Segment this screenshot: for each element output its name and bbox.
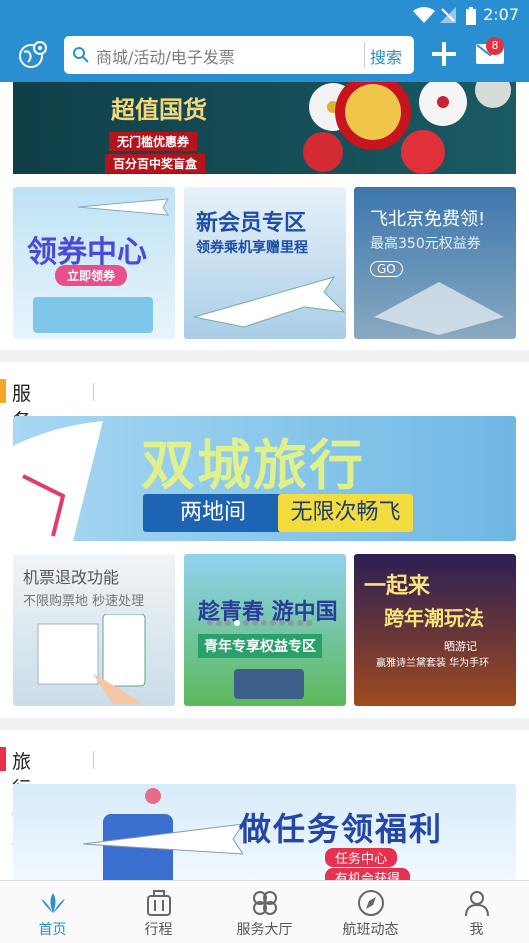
service-card-1-subtitle: 不限购票地 秒速处理 [23, 594, 145, 609]
service-card-refund[interactable]: 机票退改功能 不限购票地 秒速处理 [13, 554, 175, 706]
tab-me[interactable]: 我 [424, 881, 529, 943]
compass-icon [358, 890, 384, 916]
tab-flight-status-label: 航班动态 [342, 922, 399, 938]
bottom-nav: 首页 行程 服务大厅 航班动态 我 [0, 880, 529, 943]
service-card-youth[interactable]: 趁青春 游中国 青年专享权益专区 [184, 554, 346, 706]
promo-card-beijing[interactable]: 飞北京免费领! 最高350元权益券 GO [354, 187, 516, 339]
promo-card-coupon-center[interactable]: 领券中心 立即领券 [13, 187, 175, 339]
add-icon[interactable] [430, 40, 458, 68]
service-card-3-note1: 晒游记 [444, 640, 477, 653]
top-banner-title: 超值国货 [111, 96, 207, 124]
service-card-3-title: 一起来 [364, 574, 431, 599]
person-icon [465, 891, 489, 917]
tab-home-label: 首页 [38, 922, 67, 938]
top-banner-tag1: 无门槛优惠券 [109, 132, 198, 151]
top-bar: 商城/活动/电子发票 搜索 8 [0, 30, 529, 82]
phone-plane-illustration [83, 788, 243, 880]
tab-trips[interactable]: 行程 [106, 881, 211, 943]
airport-illustration [374, 282, 504, 335]
status-bar: 2:07 [0, 0, 529, 30]
tab-service-hall-label: 服务大厅 [236, 922, 293, 938]
top-banner-tag2: 百分百中奖盲盒 [105, 154, 206, 173]
service-card-3-subtitle: 跨年潮玩法 [384, 606, 484, 630]
service-banner-left: 两地间 [143, 494, 283, 532]
people-illustration [33, 297, 153, 333]
service-card-2-subtitle: 青年专享权益专区 [198, 634, 322, 658]
travel-banner-tasks[interactable]: 做任务领福利 任务中心 有机会获得 [13, 784, 516, 880]
promo-card-2-subtitle: 领券乘机享赠里程 [196, 240, 308, 256]
service-section: 服务专区 双城旅行 两地间 无限次畅飞 机票退改功能 不限购票地 秒速处理 趁青… [0, 362, 529, 718]
service-card-3-note2: 赢雅诗兰黛套装 华为手环 [376, 658, 490, 669]
home-logo-icon [41, 893, 65, 913]
plane-illustration [193, 276, 346, 328]
promo-card-2-title: 新会员专区 [196, 211, 307, 236]
service-banner-right: 无限次畅飞 [278, 494, 413, 532]
service-card-1-title: 机票退改功能 [23, 568, 120, 587]
promo-section: 超值国货 无门槛优惠券 百分百中奖盲盒 领券中心 立即领券 新会员专区 领券乘机… [0, 82, 529, 350]
clock: 2:07 [483, 5, 519, 24]
signal-icon [440, 7, 456, 23]
tab-service-hall[interactable]: 服务大厅 [212, 881, 317, 943]
tab-home[interactable]: 首页 [0, 881, 105, 943]
search-placeholder[interactable]: 商城/活动/电子发票 [96, 44, 235, 68]
tab-trips-label: 行程 [144, 922, 173, 938]
mail-badge: 8 [486, 37, 504, 55]
phone-hand-illustration [37, 614, 146, 704]
luggage-icon [147, 890, 171, 916]
battery-icon [466, 7, 476, 25]
search-icon [73, 47, 89, 63]
travel-section: 旅行情报 做任务领福利 任务中心 有机会获得 [0, 730, 529, 880]
service-banner-title: 双城旅行 [141, 434, 365, 497]
clover-grid-icon [253, 891, 277, 915]
promo-card-3-title: 飞北京免费领! [370, 209, 486, 230]
travel-banner-title: 做任务领福利 [239, 810, 444, 848]
airplane-icon [77, 198, 169, 216]
wifi-icon [413, 7, 435, 23]
flower-decoration [303, 82, 511, 174]
promo-card-3-subtitle: 最高350元权益券 [370, 236, 481, 252]
title-separator [93, 751, 94, 769]
tail-fin-illustration [13, 421, 103, 541]
service-card-new-year[interactable]: 一起来 跨年潮玩法 晒游记 赢雅诗兰黛套装 华为手环 [354, 554, 516, 706]
service-banner-double-city[interactable]: 双城旅行 两地间 无限次畅飞 [13, 416, 516, 541]
search-button[interactable]: 搜索 [370, 44, 402, 68]
promo-card-3-button: GO [370, 261, 403, 277]
travel-banner-line2: 有机会获得 [325, 868, 411, 880]
tab-me-label: 我 [469, 922, 484, 938]
travel-accent-bar [0, 747, 6, 771]
search-divider [364, 42, 365, 68]
promo-card-new-member[interactable]: 新会员专区 领券乘机享赠里程 [184, 187, 346, 339]
top-banner[interactable]: 超值国货 无门槛优惠券 百分百中奖盲盒 [13, 82, 516, 174]
travel-banner-line1: 任务中心 [325, 848, 398, 867]
location-globe-icon[interactable] [18, 40, 48, 70]
service-accent-bar [0, 379, 6, 403]
title-separator [93, 383, 94, 401]
promo-card-1-button: 立即领券 [55, 265, 128, 286]
tab-flight-status[interactable]: 航班动态 [318, 881, 423, 943]
main-content: 超值国货 无门槛优惠券 百分百中奖盲盒 领券中心 立即领券 新会员专区 领券乘机… [0, 82, 529, 880]
carousel-indicator [207, 611, 315, 630]
search-box[interactable]: 商城/活动/电子发票 搜索 [64, 36, 414, 74]
luggage-illustration [234, 669, 304, 699]
